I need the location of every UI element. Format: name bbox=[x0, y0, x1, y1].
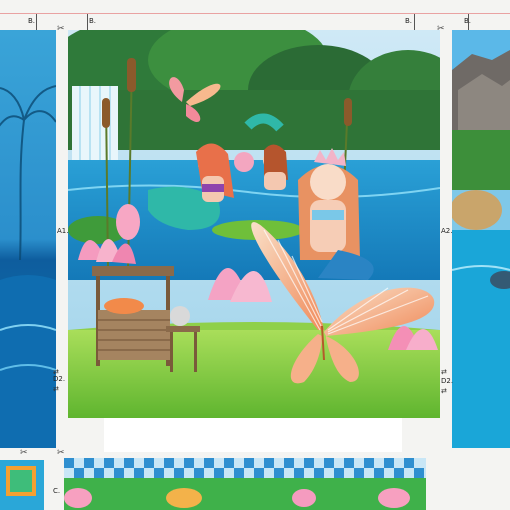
marker-b-left-1: B. bbox=[28, 17, 36, 25]
bottom-left-strip bbox=[0, 460, 44, 510]
mermaid-lagoon-scene bbox=[68, 30, 440, 418]
double-arrow-icon: ⇄ bbox=[441, 368, 447, 376]
waterfall bbox=[72, 86, 118, 166]
checkered-border-scene bbox=[64, 458, 426, 510]
marker-b-right-1: B. bbox=[405, 17, 413, 25]
scissors-icon: ✂ bbox=[437, 24, 445, 34]
bottom-checker-strip bbox=[64, 458, 426, 510]
tick-right-1 bbox=[414, 14, 415, 30]
scissors-icon: ✂ bbox=[57, 24, 65, 34]
marker-b-right-2: B. bbox=[464, 17, 472, 25]
right-fabric-panel bbox=[452, 30, 510, 448]
marker-a1: A1. bbox=[57, 227, 69, 235]
scissors-icon: ✂ bbox=[57, 448, 65, 458]
top-cut-line bbox=[0, 13, 510, 14]
marker-d2-right: D2. bbox=[441, 377, 454, 385]
left-fabric-panel bbox=[0, 30, 56, 448]
marker-b-left-2: B. bbox=[89, 17, 97, 25]
scissors-icon: ✂ bbox=[20, 448, 28, 458]
marker-c-bottom: C. bbox=[53, 487, 61, 495]
double-arrow-icon: ⇄ bbox=[53, 368, 59, 376]
tick-left-2 bbox=[87, 14, 88, 30]
center-fabric-panel bbox=[68, 30, 440, 418]
right-rock-scene bbox=[452, 30, 510, 448]
left-ocean-scene bbox=[0, 30, 56, 448]
marker-a2: A2. bbox=[441, 227, 453, 235]
pink-creature bbox=[234, 152, 254, 172]
double-arrow-icon: ⇄ bbox=[53, 385, 59, 393]
double-arrow-icon: ⇄ bbox=[441, 387, 447, 395]
panel-bottom-tab bbox=[104, 418, 402, 452]
marker-d2-left: D2. bbox=[53, 375, 66, 383]
tick-left-1 bbox=[36, 14, 37, 30]
